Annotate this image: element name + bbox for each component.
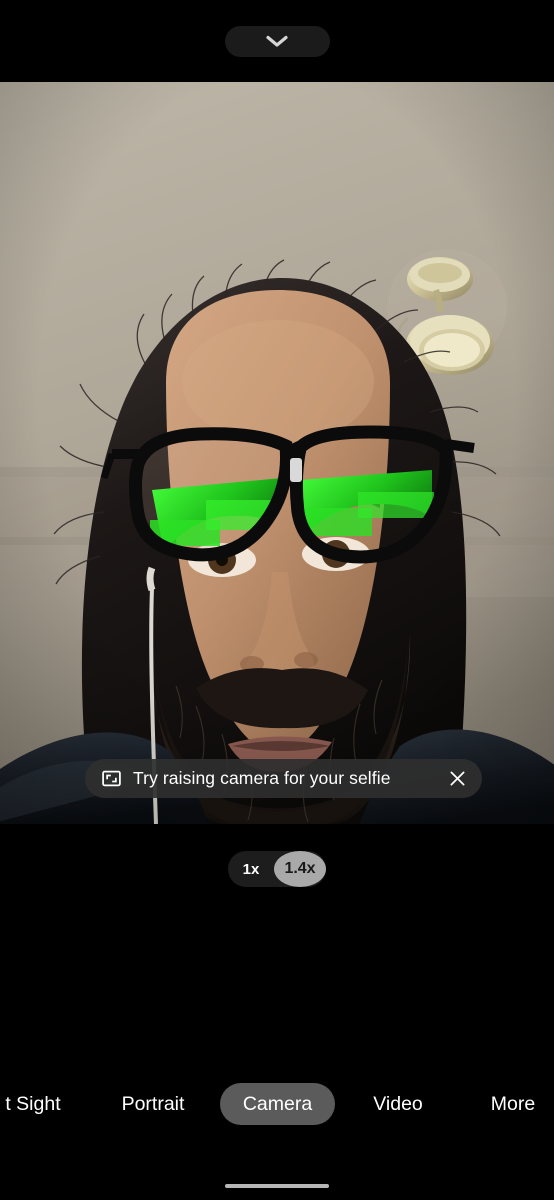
camera-viewfinder[interactable] — [0, 82, 554, 824]
capture-controls-row — [0, 940, 554, 1032]
zoom-option-1_4x[interactable]: 1.4x — [274, 851, 326, 887]
camera-settings-pill[interactable] — [224, 25, 330, 57]
camera-app-screen: Try raising camera for your selfie 1x 1.… — [0, 0, 554, 1200]
chevron-down-icon — [266, 35, 288, 47]
zoom-level-pill[interactable]: 1x 1.4x — [228, 851, 326, 887]
mode-camera[interactable]: Camera — [220, 1083, 335, 1125]
viewfinder-preview-image — [0, 82, 554, 824]
zoom-option-1x[interactable]: 1x — [228, 851, 274, 887]
camera-mode-selector: t Sight Portrait Camera Video More — [0, 1081, 554, 1127]
close-icon[interactable] — [447, 768, 468, 789]
mode-video[interactable]: Video — [352, 1083, 444, 1125]
mode-portrait[interactable]: Portrait — [101, 1083, 205, 1125]
toast-message: Try raising camera for your selfie — [133, 768, 391, 788]
mode-more[interactable]: More — [467, 1083, 554, 1125]
home-indicator[interactable] — [225, 1184, 329, 1188]
selfie-hint-toast[interactable]: Try raising camera for your selfie — [85, 759, 482, 798]
mode-night-sight[interactable]: t Sight — [0, 1083, 88, 1125]
top-bar — [0, 0, 554, 82]
zoom-control-bar: 1x 1.4x — [0, 851, 554, 887]
frame-corners-icon — [102, 770, 121, 787]
